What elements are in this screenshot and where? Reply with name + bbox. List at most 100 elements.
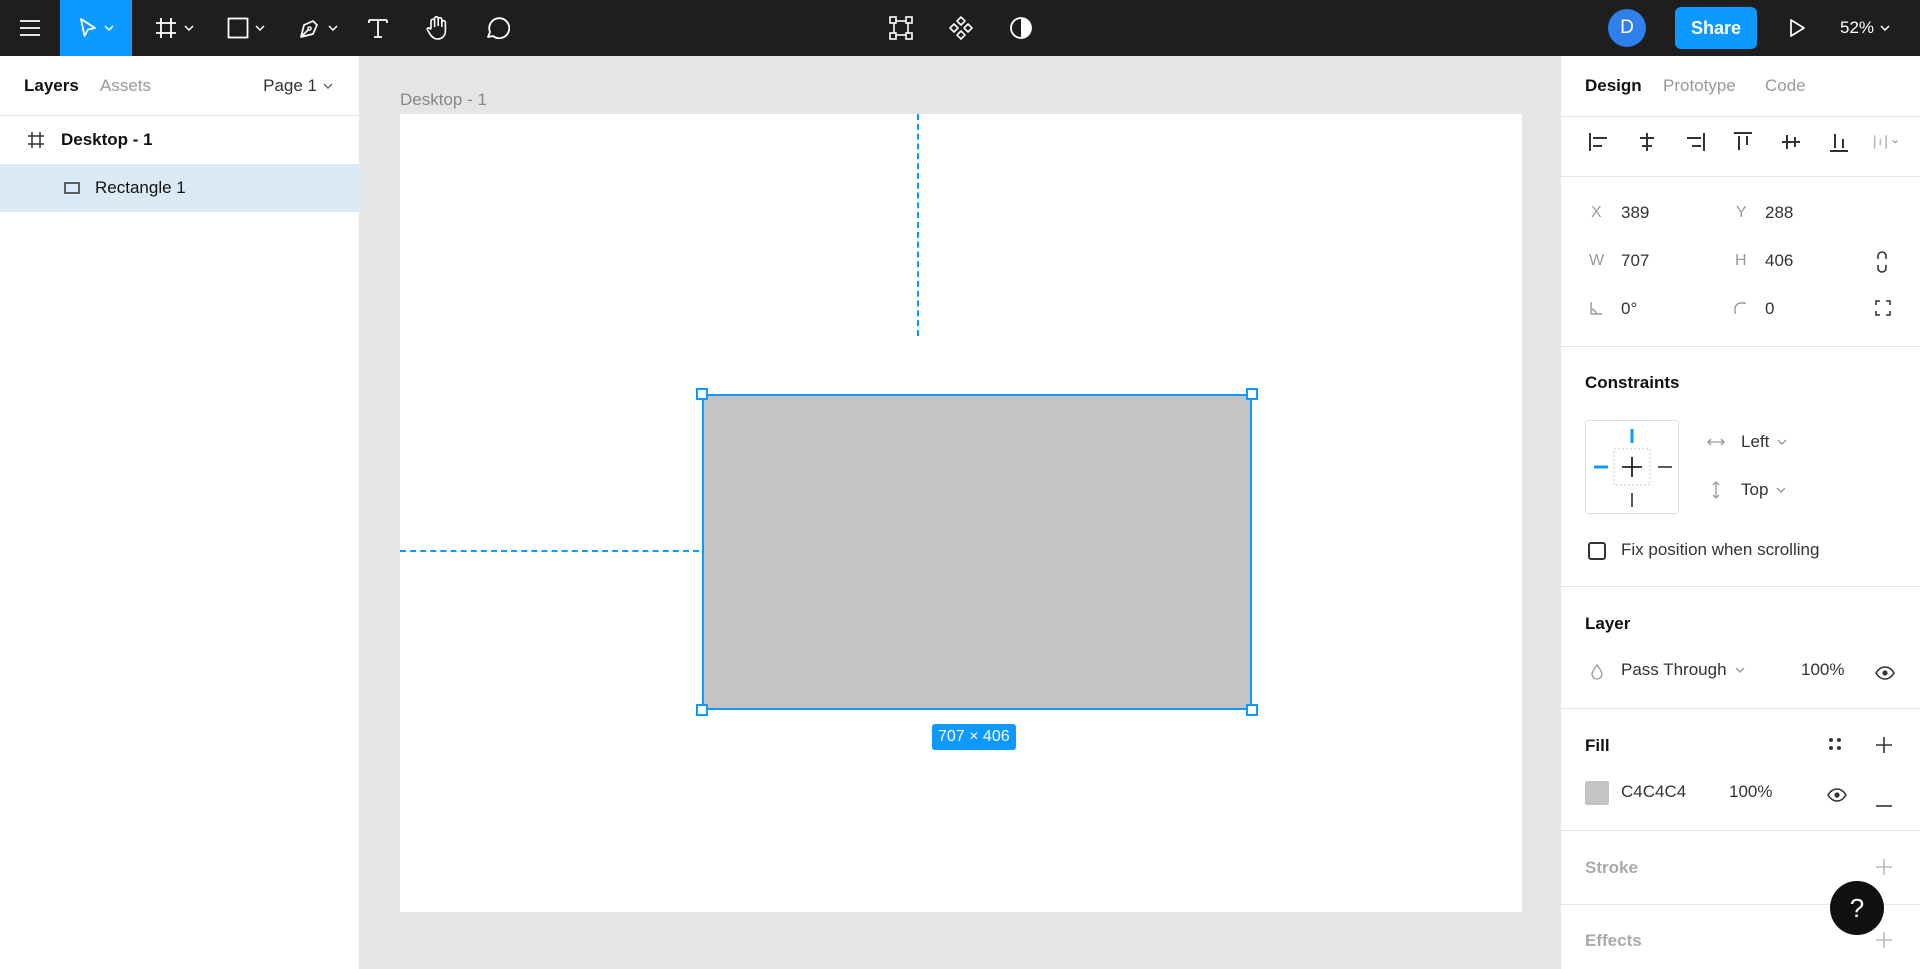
x-label: X (1591, 204, 1602, 221)
corner-radius-input[interactable]: 0 (1765, 299, 1774, 319)
corner-radius-icon (1733, 300, 1747, 320)
add-fill-icon[interactable] (1875, 736, 1893, 759)
layer-opacity-input[interactable]: 100% (1801, 660, 1844, 680)
eye-icon[interactable] (1875, 665, 1895, 685)
design-panel: Design Prototype Code X 389 Y 288 W 707 … (1560, 56, 1920, 969)
fill-color-swatch[interactable] (1585, 781, 1609, 805)
hand-tool-icon[interactable] (420, 0, 454, 56)
align-horizontal-center-icon[interactable] (1633, 128, 1661, 156)
text-tool-icon[interactable] (362, 0, 394, 56)
frame-icon (28, 132, 44, 148)
divider (1561, 708, 1920, 709)
zoom-value: 52% (1840, 18, 1875, 37)
fix-position-checkbox[interactable] (1588, 542, 1606, 560)
w-label: W (1589, 252, 1605, 269)
resize-handle-bottom-right[interactable] (1246, 704, 1258, 716)
help-button[interactable]: ? (1830, 881, 1884, 935)
align-bottom-icon[interactable] (1825, 128, 1853, 156)
component-icon[interactable] (884, 0, 918, 56)
chevron-down-icon (1777, 439, 1787, 445)
w-input[interactable]: 707 (1621, 251, 1649, 271)
divider (1561, 116, 1920, 117)
tab-prototype[interactable]: Prototype (1663, 76, 1736, 96)
vertical-arrows-icon (1712, 481, 1720, 499)
instance-icon[interactable] (944, 0, 978, 56)
layer-section-title: Layer (1585, 614, 1631, 633)
align-left-icon[interactable] (1585, 128, 1613, 156)
help-icon: ? (1849, 892, 1865, 923)
align-top-icon[interactable] (1729, 128, 1757, 156)
add-stroke-icon[interactable] (1875, 858, 1893, 881)
layer-row-frame[interactable]: Desktop - 1 (0, 116, 360, 164)
align-vertical-center-icon[interactable] (1777, 128, 1805, 156)
style-grid-icon[interactable] (1827, 736, 1843, 757)
tab-code[interactable]: Code (1765, 76, 1806, 96)
chevron-down-icon (323, 83, 333, 89)
eye-icon[interactable] (1827, 787, 1847, 807)
comment-tool-icon[interactable] (480, 0, 514, 56)
divider (1561, 830, 1920, 831)
vertical-constraint-value: Top (1741, 480, 1769, 499)
horizontal-constraint-value: Left (1741, 432, 1770, 451)
align-right-icon[interactable] (1681, 128, 1709, 156)
resize-handle-top-left[interactable] (696, 388, 708, 400)
avatar[interactable]: D (1608, 9, 1646, 47)
pen-tool-icon[interactable] (292, 0, 344, 56)
frame-tool-icon[interactable] (148, 0, 200, 56)
horizontal-arrows-icon (1707, 438, 1725, 446)
resize-handle-top-right[interactable] (1246, 388, 1258, 400)
alignment-toolbar (1585, 128, 1901, 156)
tab-layers[interactable]: Layers (24, 76, 79, 96)
play-icon[interactable] (1782, 0, 1812, 56)
page-selector-label: Page 1 (263, 76, 317, 95)
divider (1561, 586, 1920, 587)
fill-opacity-input[interactable]: 100% (1729, 782, 1772, 802)
stroke-section-title: Stroke (1585, 858, 1638, 877)
zoom-dropdown[interactable]: 52% (1840, 0, 1890, 56)
vertical-constraint-dropdown[interactable]: Top (1711, 480, 1786, 500)
y-label: Y (1736, 204, 1747, 221)
resize-handle-bottom-left[interactable] (696, 704, 708, 716)
tab-design[interactable]: Design (1585, 76, 1642, 96)
h-input[interactable]: 406 (1765, 251, 1793, 271)
contrast-icon[interactable] (1004, 0, 1038, 56)
page-selector[interactable]: Page 1 (263, 76, 333, 96)
x-input[interactable]: 389 (1621, 203, 1649, 223)
rotation-icon (1589, 300, 1603, 320)
blend-mode-value: Pass Through (1621, 660, 1727, 679)
avatar-initial: D (1620, 17, 1634, 38)
rotation-input[interactable]: 0° (1621, 299, 1637, 319)
independent-corners-icon[interactable] (1875, 300, 1891, 321)
distribute-icon[interactable] (1873, 128, 1901, 156)
left-panel-tabs: Layers Assets Page 1 (0, 56, 359, 116)
fill-section-title: Fill (1585, 736, 1610, 755)
layer-row-rectangle[interactable]: Rectangle 1 (0, 164, 360, 212)
rectangle-icon (64, 182, 80, 194)
desktop-frame[interactable]: 707 × 406 (400, 114, 1522, 912)
distance-guide-vertical (917, 114, 919, 336)
tab-assets[interactable]: Assets (100, 76, 151, 96)
frame-label[interactable]: Desktop - 1 (400, 90, 487, 110)
toolbar: D Share 52% (0, 0, 1920, 56)
share-button[interactable]: Share (1675, 7, 1757, 49)
divider (1561, 346, 1920, 347)
menu-icon[interactable] (0, 0, 60, 56)
layers-panel: Layers Assets Page 1 Desktop - 1 Rectang… (0, 56, 360, 969)
shape-tool-icon[interactable] (220, 0, 272, 56)
canvas[interactable]: Desktop - 1 707 × 406 (360, 56, 1560, 969)
y-input[interactable]: 288 (1765, 203, 1793, 223)
distance-guide-horizontal (400, 550, 699, 552)
chevron-down-icon (1735, 667, 1745, 673)
selection-dimensions-badge: 707 × 406 (932, 724, 1016, 750)
constraints-title: Constraints (1585, 373, 1680, 392)
horizontal-constraint-dropdown[interactable]: Left (1707, 432, 1787, 452)
selected-rectangle[interactable] (702, 394, 1252, 710)
constrain-proportions-icon[interactable] (1875, 250, 1889, 279)
remove-fill-icon[interactable] (1875, 793, 1893, 813)
layer-name: Desktop - 1 (61, 130, 153, 149)
fill-hex-input[interactable]: C4C4C4 (1621, 782, 1686, 802)
add-effect-icon[interactable] (1875, 931, 1893, 954)
constraints-widget[interactable] (1585, 420, 1679, 514)
blend-mode-dropdown[interactable]: Pass Through (1621, 660, 1745, 680)
move-tool-icon[interactable] (60, 0, 132, 56)
